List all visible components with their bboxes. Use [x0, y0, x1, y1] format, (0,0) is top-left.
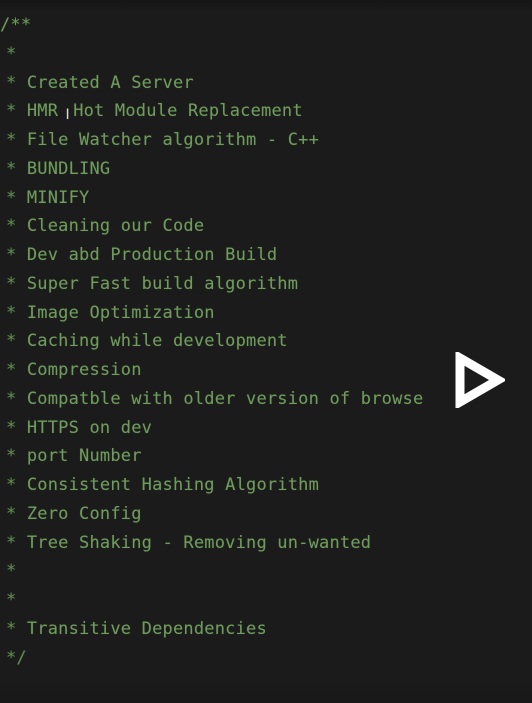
comment-line: * Tree Shaking - Removing un-wanted	[6, 532, 372, 553]
bottom-edge	[0, 679, 532, 703]
comment-line: *	[6, 590, 17, 610]
text-cursor-icon: I	[65, 107, 70, 124]
comment-line: * File Watcher algorithm - C++	[6, 130, 320, 150]
comment-line: * Cleaning our Code	[6, 216, 205, 237]
play-button[interactable]	[453, 352, 505, 408]
comment-line: * BUNDLING	[6, 158, 111, 179]
comment-close-line: */	[0, 644, 532, 673]
comment-line: * Image Optimization	[6, 302, 215, 323]
comment-line: * Dev abd Production Build	[6, 245, 278, 265]
comment-close: */	[6, 647, 27, 668]
comment-line: * HTTPS on dev	[6, 417, 153, 438]
comment-line: * Created A Server	[6, 72, 194, 93]
play-icon	[455, 352, 505, 408]
comment-line: * Transitive Dependencies	[6, 618, 267, 639]
comment-line: *	[6, 43, 17, 64]
comment-open: /**	[0, 15, 32, 35]
comment-line: *	[6, 561, 17, 582]
code-block[interactable]: /** * * Created A Server * HMR I Hot Modul…	[0, 11, 532, 672]
comment-line: * MINIFY	[6, 187, 90, 208]
comment-line: * Zero Config	[6, 503, 142, 524]
comment-open-line: /**	[0, 11, 532, 40]
comment-line: * port Number	[6, 446, 142, 467]
comment-line: * Consistent Hashing Algorithm	[6, 475, 320, 495]
code-editor[interactable]: /** * * Created A Server * HMR I Hot Modul…	[0, 0, 532, 703]
comment-line: * Super Fast build algorithm	[6, 273, 299, 294]
comment-line: * HMR I Hot Module Replacement	[6, 101, 303, 124]
